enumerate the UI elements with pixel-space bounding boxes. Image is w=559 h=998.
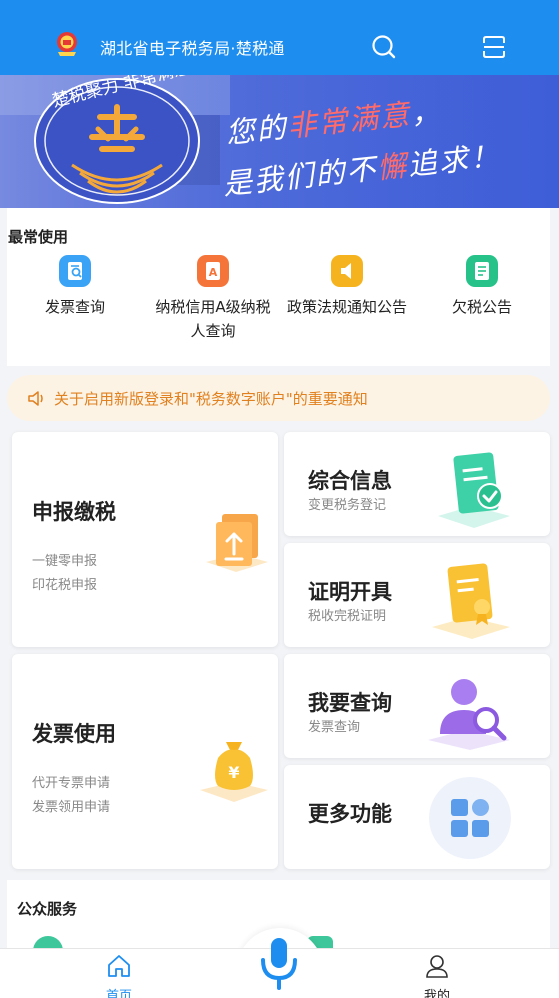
frequent-item-invoice-query[interactable]: 发票查询	[10, 255, 140, 319]
policy-notice-icon	[331, 255, 363, 287]
card-title: 发票使用	[32, 722, 116, 746]
card-sub: 税收完税证明	[308, 609, 387, 624]
card-sub: 印花税申报	[32, 578, 98, 593]
card-title: 申报缴税	[32, 500, 116, 524]
slogan-1-suffix: ，	[409, 93, 444, 131]
public-services-label: 公众服务	[17, 900, 78, 918]
card-title: 证明开具	[308, 580, 392, 604]
frequent-section: 最常使用 发票查询 A 纳税信用A级纳税人查询 政策法规通知公告 欠税公告	[7, 208, 550, 366]
card-invoice-use[interactable]: 发票使用 代开专票申请 发票领用申请 ¥	[12, 654, 278, 869]
frequent-item-label: 政策法规通知公告	[286, 298, 407, 316]
card-more-functions[interactable]: 更多功能	[284, 765, 550, 869]
money-bag-icon: ¥	[200, 742, 268, 802]
tab-home[interactable]: 首页	[89, 953, 149, 998]
invoice-search-icon	[59, 255, 91, 287]
card-title: 综合信息	[308, 469, 392, 493]
user-search-icon	[428, 679, 510, 750]
card-certificate[interactable]: 证明开具 税收完税证明	[284, 543, 550, 647]
info-document-icon	[438, 452, 510, 528]
card-sub: 一键零申报	[32, 554, 98, 569]
grid-apps-icon	[451, 799, 489, 837]
microphone-icon[interactable]	[258, 936, 300, 992]
speaker-icon	[28, 391, 43, 406]
slogan-2-highlight: 懈	[375, 148, 410, 186]
card-sub: 代开专票申请	[32, 776, 111, 791]
app-title: 湖北省电子税务局·楚税通	[100, 39, 285, 58]
home-icon	[108, 955, 130, 977]
notice-text: 关于启用新版登录和"税务数字账户"的重要通知	[54, 390, 368, 408]
frequent-item-policy[interactable]: 政策法规通知公告	[282, 255, 412, 319]
frequent-item-credit-query[interactable]: A 纳税信用A级纳税人查询	[148, 255, 278, 343]
promo-banner[interactable]: 楚税聚力 非常满意 您的非常满意， 是我们的不懈追求！	[0, 75, 559, 208]
tab-home-label: 首页	[105, 989, 132, 998]
slogan-1-prefix: 您的	[224, 109, 290, 151]
emblem-icon	[57, 32, 77, 56]
card-sub: 发票领用申请	[32, 800, 111, 815]
notice-bar[interactable]: 关于启用新版登录和"税务数字账户"的重要通知	[7, 375, 550, 421]
tax-arrears-icon	[466, 255, 498, 287]
frequent-item-label: 发票查询	[44, 298, 105, 316]
card-declare-tax[interactable]: 申报缴税 一键零申报 印花税申报	[12, 432, 278, 647]
card-sub: 变更税务登记	[308, 498, 387, 513]
svg-text:¥: ¥	[228, 763, 239, 782]
tab-mine[interactable]: 我的	[407, 953, 467, 998]
tab-mine-label: 我的	[423, 989, 450, 998]
card-title: 我要查询	[308, 691, 392, 715]
frequent-item-label: 欠税公告	[451, 298, 512, 316]
certificate-icon	[432, 563, 510, 639]
declare-upload-icon	[206, 514, 268, 572]
svg-text:A: A	[209, 266, 218, 279]
slogan-2-suffix: 追求！	[406, 138, 503, 183]
frequent-label: 最常使用	[8, 228, 69, 246]
frequent-item-label: 纳税信用A级纳税人查询	[155, 298, 271, 340]
user-icon	[426, 955, 448, 978]
scan-icon[interactable]	[480, 33, 508, 61]
app-header: 湖北省电子税务局·楚税通	[0, 0, 559, 75]
card-title: 更多功能	[308, 802, 392, 826]
card-query[interactable]: 我要查询 发票查询	[284, 654, 550, 758]
search-icon[interactable]	[370, 33, 398, 61]
credit-rating-icon: A	[197, 255, 229, 287]
card-sub: 发票查询	[308, 720, 361, 735]
frequent-item-arrears[interactable]: 欠税公告	[417, 255, 547, 319]
card-general-info[interactable]: 综合信息 变更税务登记	[284, 432, 550, 536]
